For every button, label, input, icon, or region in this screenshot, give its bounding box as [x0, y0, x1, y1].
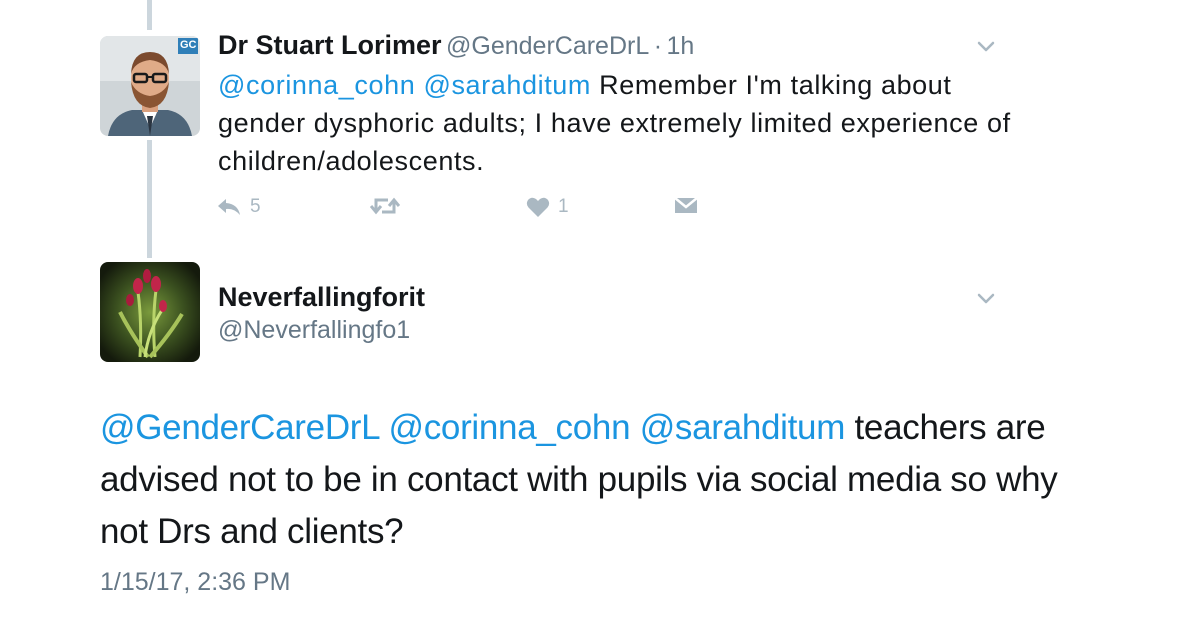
- retweet-action-button[interactable]: [370, 196, 400, 216]
- chevron-down-icon: [977, 41, 995, 52]
- reply-tweet-menu-button[interactable]: [976, 40, 996, 59]
- retweet-icon: [370, 197, 400, 215]
- reply-mention-corinna[interactable]: @corinna_cohn: [218, 70, 415, 100]
- reply-icon: [218, 199, 240, 215]
- avatar-badge-text: GC: [180, 39, 197, 51]
- avatar-stuart-lorimer[interactable]: GC: [100, 36, 200, 136]
- avatar-neverfallingforit[interactable]: [100, 262, 200, 362]
- reply-count: 5: [250, 196, 261, 217]
- main-display-name[interactable]: Neverfallingforit: [218, 282, 425, 313]
- reply-handle[interactable]: @GenderCareDrL: [446, 32, 649, 60]
- main-mention-sarah[interactable]: @sarahditum: [640, 408, 846, 447]
- main-mention-gendercare[interactable]: @GenderCareDrL: [100, 408, 379, 447]
- envelope-icon: [674, 197, 698, 213]
- reply-display-name[interactable]: Dr Stuart Lorimer: [218, 30, 442, 60]
- main-timestamp[interactable]: 1/15/17, 2:36 PM: [100, 568, 290, 597]
- main-tweet-menu-button[interactable]: [976, 292, 996, 311]
- chevron-down-icon: [977, 293, 995, 304]
- reply-separator: ·: [653, 32, 663, 60]
- avatar-stuart-lorimer-image: [100, 36, 200, 136]
- heart-icon: [526, 197, 550, 217]
- main-mention-corinna[interactable]: @corinna_cohn: [388, 408, 630, 447]
- like-count: 1: [558, 196, 569, 217]
- thread-line-top: [147, 0, 152, 30]
- reply-mention-sarah[interactable]: @sarahditum: [423, 70, 591, 100]
- reply-action-button[interactable]: 5: [216, 196, 261, 218]
- reply-time-ago[interactable]: 1h: [666, 32, 694, 60]
- like-action-button[interactable]: 1: [526, 196, 569, 218]
- thread-line-middle: [147, 140, 152, 258]
- avatar-neverfallingforit-image: [100, 262, 200, 362]
- reply-tweet-header: Dr Stuart Lorimer @GenderCareDrL · 1h: [218, 30, 694, 61]
- direct-message-action-button[interactable]: [674, 196, 698, 214]
- reply-tweet-text: @corinna_cohn @sarahditum Remember I'm t…: [218, 66, 1018, 180]
- main-tweet-text: @GenderCareDrL @corinna_cohn @sarahditum…: [100, 402, 1100, 558]
- main-handle[interactable]: @Neverfallingfo1: [218, 316, 410, 345]
